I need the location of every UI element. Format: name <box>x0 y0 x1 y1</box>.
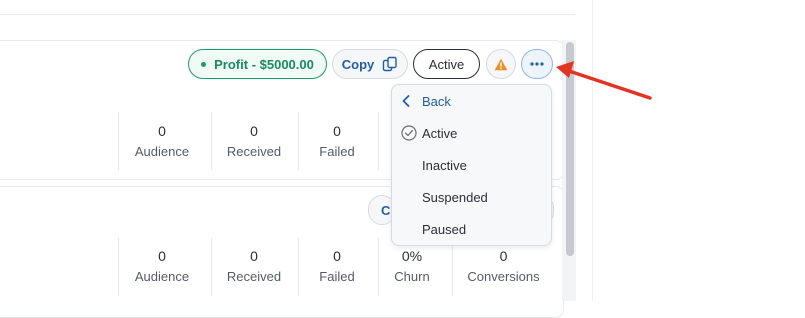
copy-icon <box>383 56 397 72</box>
copy-label: Copy <box>341 56 375 72</box>
stat-divider <box>211 112 212 170</box>
menu-item-label: Suspended <box>422 189 488 205</box>
stat-divider <box>211 238 212 296</box>
check-circle-icon <box>401 125 417 141</box>
stat-received: 0 Received <box>214 248 294 284</box>
chevron-left-icon <box>402 95 410 107</box>
stat-value: 0 <box>250 123 258 139</box>
status-menu: Back Active Inactive Suspended Paused <box>391 84 552 246</box>
stat-divider <box>452 238 453 296</box>
stat-divider <box>298 238 299 296</box>
status-label: Active <box>428 56 465 72</box>
stat-divider <box>378 112 379 170</box>
profit-badge: Profit - $5000.00 <box>188 49 327 79</box>
stat-label: Failed <box>319 269 355 284</box>
stat-value: 0 <box>333 123 341 139</box>
stat-value: 0 <box>158 123 166 139</box>
stat-conversions: 0 Conversions <box>456 248 551 284</box>
menu-item-active[interactable]: Active <box>392 117 551 149</box>
stat-divider <box>378 238 379 296</box>
warning-button[interactable] <box>486 49 516 79</box>
stat-value: 0 <box>250 248 258 264</box>
status-dropdown-button[interactable]: Active <box>413 49 480 79</box>
stat-label: Received <box>226 269 282 284</box>
stat-divider <box>118 112 119 170</box>
menu-item-label: Paused <box>422 221 467 237</box>
more-icon <box>530 62 544 66</box>
stat-label: Received <box>226 144 282 159</box>
status-dot-icon <box>201 61 207 67</box>
stat-value: 0 <box>499 248 508 264</box>
stat-audience: 0 Audience <box>122 123 202 159</box>
stat-received: 0 Received <box>214 123 294 159</box>
copy-label: C <box>381 202 391 218</box>
menu-back-label: Back <box>422 93 451 109</box>
stat-value: 0% <box>401 248 423 264</box>
stat-churn: 0% Churn <box>380 248 444 284</box>
annotation-arrow-icon <box>556 61 652 100</box>
stat-label: Churn <box>394 269 430 284</box>
menu-back-item[interactable]: Back <box>392 85 551 117</box>
stat-value: 0 <box>333 248 341 264</box>
stat-failed: 0 Failed <box>301 123 373 159</box>
stat-label: Failed <box>319 144 355 159</box>
warning-icon <box>494 58 508 70</box>
top-divider <box>0 14 575 15</box>
stat-label: Audience <box>134 269 190 284</box>
copy-button[interactable]: Copy <box>332 49 408 79</box>
menu-item-suspended[interactable]: Suspended <box>392 181 551 213</box>
stat-audience: 0 Audience <box>122 248 202 284</box>
stat-divider <box>298 112 299 170</box>
menu-item-label: Inactive <box>422 157 467 173</box>
stat-failed: 0 Failed <box>301 248 373 284</box>
stat-divider <box>118 238 119 296</box>
profit-label: Profit - $5000.00 <box>214 56 314 72</box>
stat-label: Audience <box>134 144 190 159</box>
stat-value: 0 <box>158 248 166 264</box>
menu-item-paused[interactable]: Paused <box>392 213 551 245</box>
more-options-button[interactable] <box>521 49 553 79</box>
menu-item-inactive[interactable]: Inactive <box>392 149 551 181</box>
stat-label: Conversions <box>467 269 540 284</box>
panel-divider <box>592 0 593 301</box>
menu-item-label: Active <box>422 125 458 141</box>
